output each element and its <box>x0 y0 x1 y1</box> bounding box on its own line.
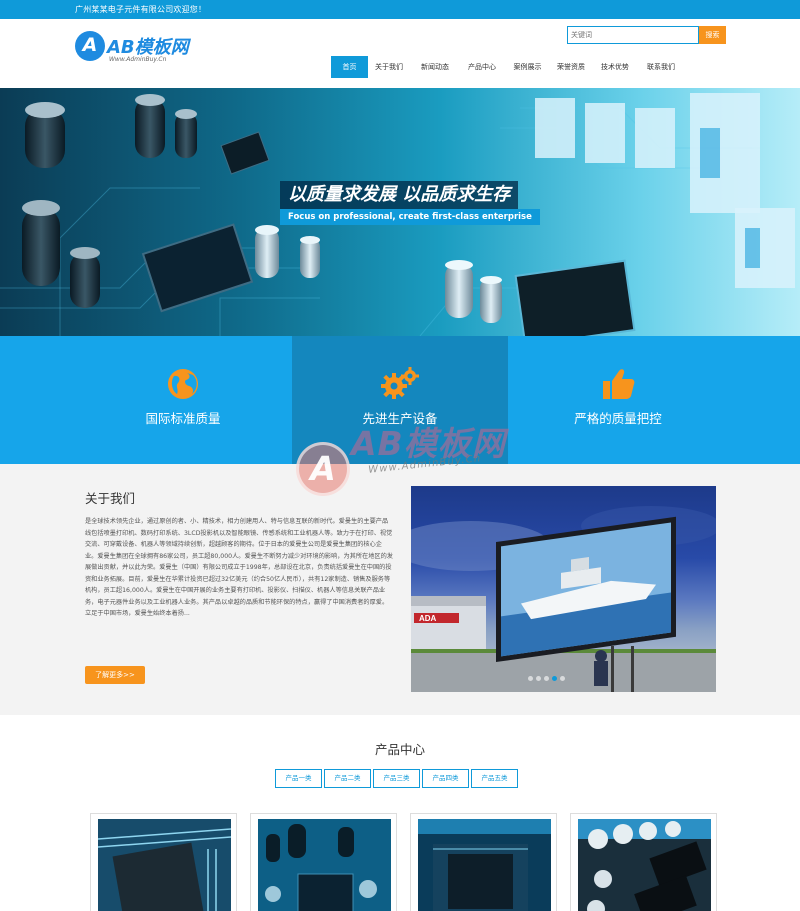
nav-item-technology[interactable]: 技术优势 <box>591 56 639 78</box>
product-card[interactable] <box>90 813 237 911</box>
watermark-logo: A AB模板网 Www.AdminBuy.Cn <box>296 417 516 497</box>
product-category-tabs: 产品一类 产品二类 产品三类 产品四类 产品五类 <box>275 769 518 788</box>
about-section: 关于我们 是全球技术领先企业，通过原创的者、小、精技术，相力创建用人、特与信息互… <box>0 464 800 715</box>
feature-quality-label: 国际标准质量 <box>145 411 221 426</box>
nav-item-about[interactable]: 关于我们 <box>368 56 410 78</box>
slider-dot[interactable] <box>544 676 549 681</box>
search-button[interactable]: 搜索 <box>699 26 726 44</box>
product-card[interactable] <box>250 813 397 911</box>
slider-dot[interactable] <box>536 676 541 681</box>
tab-product-category-5[interactable]: 产品五类 <box>471 769 518 788</box>
products-section: 产品中心 产品一类 产品二类 产品三类 产品四类 产品五类 <box>0 715 800 911</box>
nav-item-products[interactable]: 产品中心 <box>460 56 504 78</box>
feature-control[interactable]: 严格的质量把控 <box>508 336 728 464</box>
product-card[interactable] <box>570 813 717 911</box>
tab-product-category-3[interactable]: 产品三类 <box>373 769 420 788</box>
site-logo[interactable]: A AB模板网 Www.AdminBuy.Cn <box>75 31 195 71</box>
welcome-text: 广州某某电子元件有限公司欢迎您！ <box>75 5 207 14</box>
about-body: 是全球技术领先企业，通过原创的者、小、精技术，相力创建用人、特与信息互联的新时代… <box>85 518 393 617</box>
product-card[interactable] <box>410 813 557 911</box>
about-slider-dots <box>528 676 565 681</box>
slider-dot[interactable] <box>528 676 533 681</box>
product-image <box>418 819 551 911</box>
hero-banner[interactable]: 以质量求发展 以品质求生存 Focus on professional, cre… <box>0 88 800 336</box>
product-image <box>98 819 231 911</box>
tab-product-category-1[interactable]: 产品一类 <box>275 769 322 788</box>
main-nav: 首页 关于我们 新闻动态 产品中心 案例展示 荣誉资质 技术优势 联系我们 <box>331 56 683 78</box>
logo-site-url: Www.AdminBuy.Cn <box>109 56 167 63</box>
products-title: 产品中心 <box>374 742 425 757</box>
nav-item-contact[interactable]: 联系我们 <box>639 56 683 78</box>
nav-item-honors[interactable]: 荣誉资质 <box>551 56 591 78</box>
slider-dot-active[interactable] <box>552 676 557 681</box>
feature-quality[interactable]: 国际标准质量 <box>88 336 278 464</box>
globe-icon <box>168 369 198 399</box>
tab-product-category-4[interactable]: 产品四类 <box>422 769 469 788</box>
product-image <box>578 819 711 911</box>
tab-product-category-2[interactable]: 产品二类 <box>324 769 371 788</box>
about-more-button[interactable]: 了解更多>> <box>85 666 145 684</box>
banner-slogan: 以质量求发展 以品质求生存 Focus on professional, cre… <box>280 181 560 227</box>
thumbs-up-icon <box>603 369 635 399</box>
top-bar: 广州某某电子元件有限公司欢迎您！ <box>0 0 800 19</box>
slider-dot[interactable] <box>560 676 565 681</box>
gears-icon <box>381 367 419 399</box>
logo-mark-icon: A <box>75 31 105 61</box>
about-title: 关于我们 <box>85 491 136 506</box>
feature-control-label: 严格的质量把控 <box>574 411 662 426</box>
watermark-mark-icon: A <box>296 442 350 496</box>
banner-slogan-cn: 以质量求发展 以品质求生存 <box>280 181 519 209</box>
product-image <box>258 819 391 911</box>
search-input[interactable] <box>567 26 699 44</box>
nav-item-cases[interactable]: 案例展示 <box>504 56 551 78</box>
nav-item-news[interactable]: 新闻动态 <box>410 56 460 78</box>
billboard-image: ADA <box>411 506 716 692</box>
nav-item-home[interactable]: 首页 <box>331 56 368 78</box>
search-box: 搜索 <box>567 26 727 44</box>
site-header: A AB模板网 Www.AdminBuy.Cn 搜索 首页 关于我们 新闻动态 … <box>0 19 800 88</box>
about-photo[interactable]: ADA <box>411 486 716 692</box>
svg-text:ADA: ADA <box>419 614 437 623</box>
banner-slogan-en: Focus on professional, create first-clas… <box>280 209 540 225</box>
